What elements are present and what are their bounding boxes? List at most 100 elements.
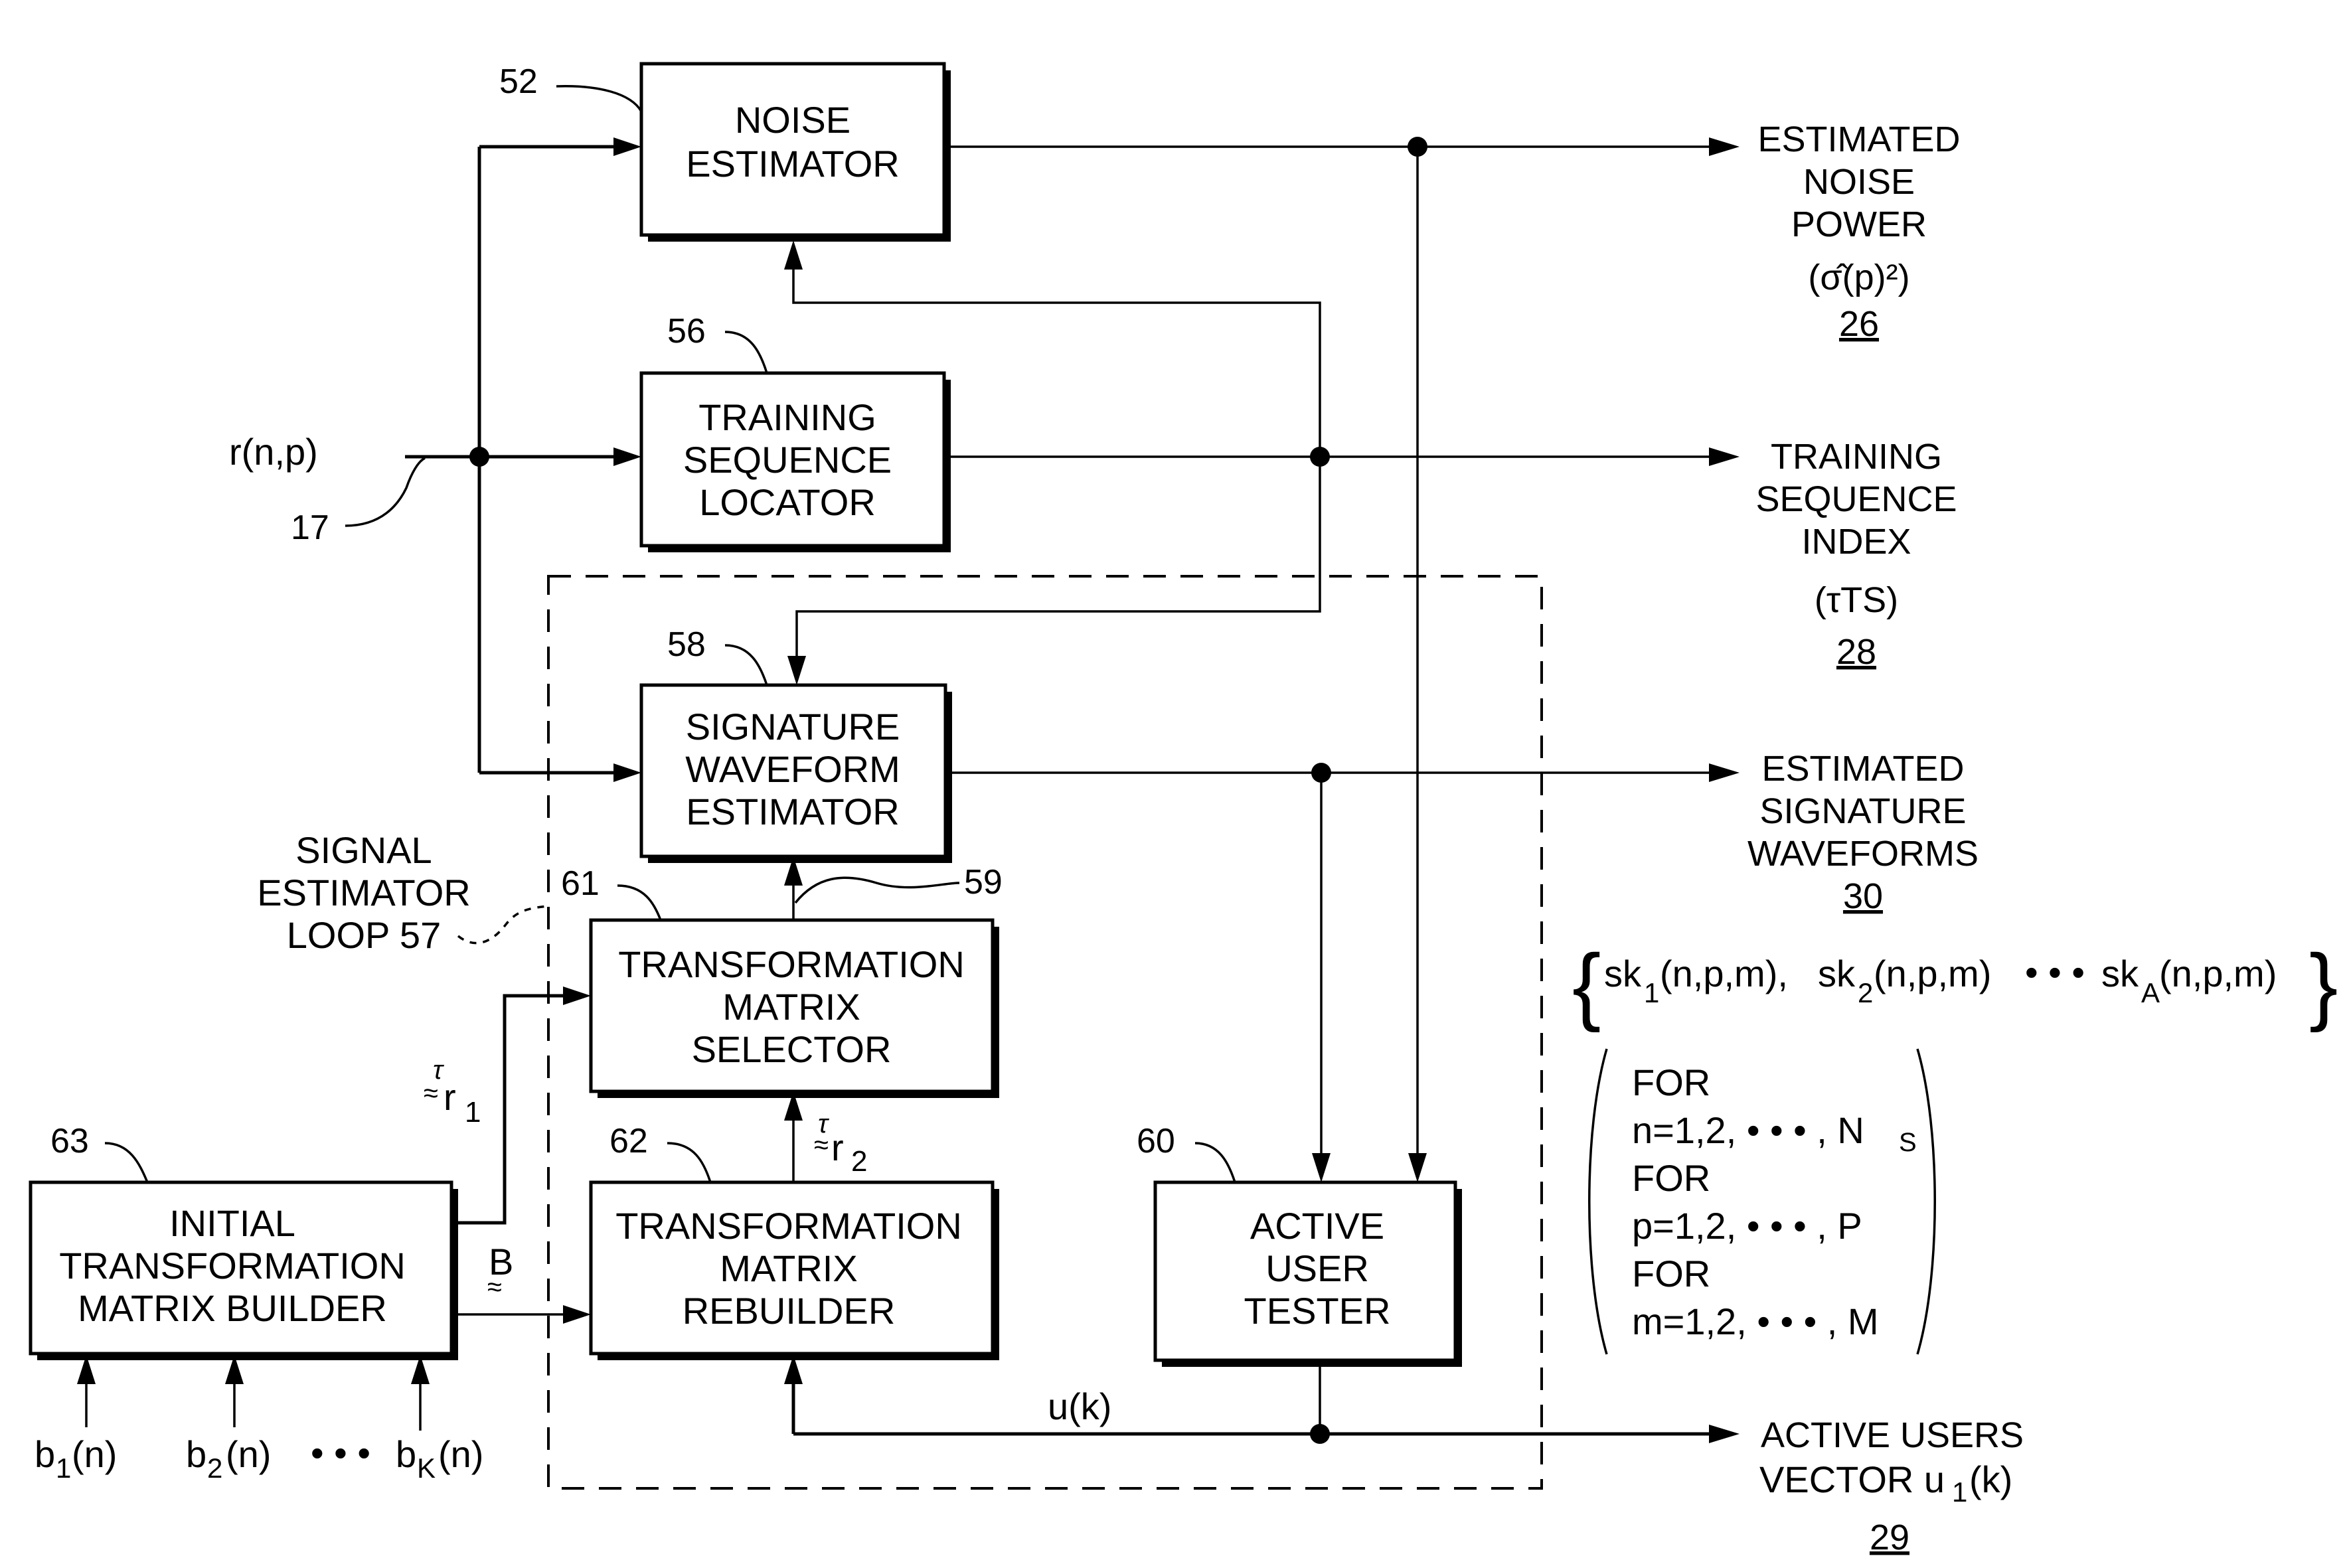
svg-text:(n): (n) — [72, 1433, 117, 1475]
block-label: MATRIX — [722, 986, 860, 1028]
svg-text:sk: sk — [1604, 953, 1642, 994]
ref-60-leader — [1194, 1142, 1236, 1183]
ref-numeral-58: 58 — [667, 625, 706, 664]
svg-text:≈: ≈ — [424, 1079, 438, 1108]
svg-text:2: 2 — [851, 1145, 867, 1178]
ref-numeral-29: 29 — [1870, 1518, 1909, 1557]
svg-text:NOISE: NOISE — [1803, 162, 1915, 202]
block-label: MATRIX BUILDER — [78, 1287, 387, 1329]
block-label: ESTIMATOR — [686, 791, 900, 832]
ref-63-leader — [104, 1142, 149, 1183]
svg-text:1: 1 — [56, 1452, 71, 1484]
input-signal-label: r(n,p) — [229, 431, 318, 473]
left-paren — [1588, 1048, 1608, 1355]
condition-line: FOR — [1632, 1157, 1710, 1199]
svg-text:(σ̂(p)²): (σ̂(p)²) — [1808, 258, 1909, 297]
ref-numeral-56: 56 — [667, 312, 706, 351]
svg-text:• • •: • • • — [2025, 951, 2085, 993]
transformation-matrix-selector-block: TRANSFORMATION MATRIX SELECTOR — [589, 918, 999, 1098]
arrowhead-training-output — [1709, 447, 1740, 466]
condition-line: p=1,2, • • • , P — [1632, 1205, 1862, 1247]
arrowhead-to-active-user-tester — [1312, 1153, 1331, 1182]
block-label: NOISE — [735, 99, 850, 141]
ref-numeral-30: 30 — [1843, 876, 1883, 916]
loop-label-line: LOOP 57 — [287, 914, 441, 956]
tau-r1-label: τ ≈ r 1 — [424, 1056, 481, 1129]
arrowhead-to-active-user-tester — [1408, 1153, 1427, 1182]
svg-text:A: A — [2141, 977, 2160, 1008]
svg-text:sk: sk — [1818, 953, 1856, 994]
ref-numeral-52: 52 — [499, 62, 538, 101]
svg-text:sk: sk — [2101, 953, 2139, 994]
arrowhead-to-selector — [563, 986, 591, 1005]
condition-line: FOR — [1632, 1061, 1710, 1103]
svg-text:2: 2 — [1858, 977, 1873, 1008]
left-brace: { — [1572, 936, 1601, 1033]
svg-text:(k): (k) — [1969, 1458, 2012, 1500]
block-label: USER — [1265, 1247, 1369, 1289]
svg-text:(n,p,m): (n,p,m) — [2159, 953, 2277, 994]
condition-line: m=1,2, • • • , M — [1632, 1300, 1879, 1342]
loop-label-line: SIGNAL — [295, 829, 432, 871]
svg-text:b: b — [396, 1433, 416, 1475]
tau-r2-label: τ ≈ r 2 — [814, 1109, 867, 1178]
svg-text:1: 1 — [465, 1096, 481, 1129]
arrowhead-to-noise-estimator — [613, 137, 641, 156]
ref-numeral-28: 28 — [1836, 632, 1876, 672]
svg-text:(n): (n) — [226, 1433, 271, 1475]
signature-set-expression: { sk 1 (n,p,m), sk 2 (n,p,m) • • • sk A … — [1572, 936, 2338, 1355]
svg-text:VECTOR u: VECTOR u — [1759, 1458, 1945, 1500]
ref-17-leader — [345, 457, 426, 527]
ref-58-leader — [724, 644, 768, 686]
block-label: TRANSFORMATION — [59, 1245, 406, 1287]
ref-59-leader — [794, 876, 960, 904]
block-label: ESTIMATOR — [686, 143, 900, 185]
arrowhead-to-rebuilder — [563, 1305, 591, 1324]
block-label: TRAINING — [698, 396, 876, 438]
svg-text:≈: ≈ — [814, 1131, 829, 1160]
block-label: WAVEFORM — [685, 748, 900, 790]
svg-text:b: b — [35, 1433, 55, 1475]
active-user-tester-block: ACTIVE USER TESTER — [1153, 1180, 1462, 1367]
training-sequence-locator-block: TRAINING SEQUENCE LOCATOR — [639, 371, 951, 552]
ref-56-leader — [724, 331, 768, 374]
output-estimated-noise-power: ESTIMATED NOISE POWER (σ̂(p)²) 26 — [1757, 119, 1960, 344]
arrowhead-to-signature-estimator — [613, 763, 641, 782]
block-label: SEQUENCE — [683, 439, 892, 481]
block-label: SIGNATURE — [686, 706, 900, 747]
transformation-matrix-rebuilder-block: TRANSFORMATION MATRIX REBUILDER — [589, 1180, 999, 1360]
svg-text:POWER: POWER — [1791, 204, 1927, 244]
block-label: LOCATOR — [699, 481, 876, 523]
block-label: TESTER — [1244, 1290, 1391, 1332]
svg-text:(n,p,m): (n,p,m) — [1874, 953, 1991, 994]
arrowhead-to-training-locator — [613, 447, 641, 466]
arrowhead-to-signature-estimator-top — [787, 656, 806, 685]
junction-dot — [469, 447, 489, 467]
right-brace: } — [2309, 936, 2338, 1033]
bit-ellipsis: • • • — [311, 1432, 370, 1474]
svg-text:2: 2 — [207, 1452, 222, 1484]
condition-line: n=1,2, • • • , N — [1632, 1109, 1864, 1151]
svg-text:r: r — [831, 1127, 844, 1168]
ref-numeral-63: 63 — [50, 1122, 89, 1160]
u-k-label: u(k) — [1048, 1385, 1111, 1427]
svg-text:(n,p,m),: (n,p,m), — [1660, 953, 1788, 994]
loop-label-line: ESTIMATOR — [257, 872, 471, 913]
bit-input-b1: b 1 (n) — [35, 1433, 117, 1484]
svg-text:≈: ≈ — [487, 1273, 502, 1302]
output-training-sequence-index: TRAINING SEQUENCE INDEX (τTS) 28 — [1755, 437, 1957, 672]
svg-text:ESTIMATED: ESTIMATED — [1761, 749, 1964, 789]
output-active-users-vector: ACTIVE USERS VECTOR u 1 (k) 29 — [1759, 1415, 2024, 1557]
svg-text:SIGNATURE: SIGNATURE — [1759, 791, 1966, 831]
svg-text:(n): (n) — [438, 1433, 483, 1475]
initial-transformation-matrix-builder-block: INITIAL TRANSFORMATION MATRIX BUILDER — [29, 1180, 458, 1360]
ref-numeral-59: 59 — [964, 863, 1003, 902]
svg-text:1: 1 — [1644, 977, 1659, 1008]
svg-text:b: b — [186, 1433, 206, 1475]
ref-numeral-60: 60 — [1137, 1122, 1175, 1160]
condition-line: FOR — [1632, 1253, 1710, 1294]
svg-text:ESTIMATED: ESTIMATED — [1757, 119, 1960, 159]
svg-text:TRAINING: TRAINING — [1771, 437, 1942, 477]
svg-text:(τTS): (τTS) — [1815, 580, 1898, 620]
noise-estimator-block: NOISE ESTIMATOR — [639, 62, 951, 242]
